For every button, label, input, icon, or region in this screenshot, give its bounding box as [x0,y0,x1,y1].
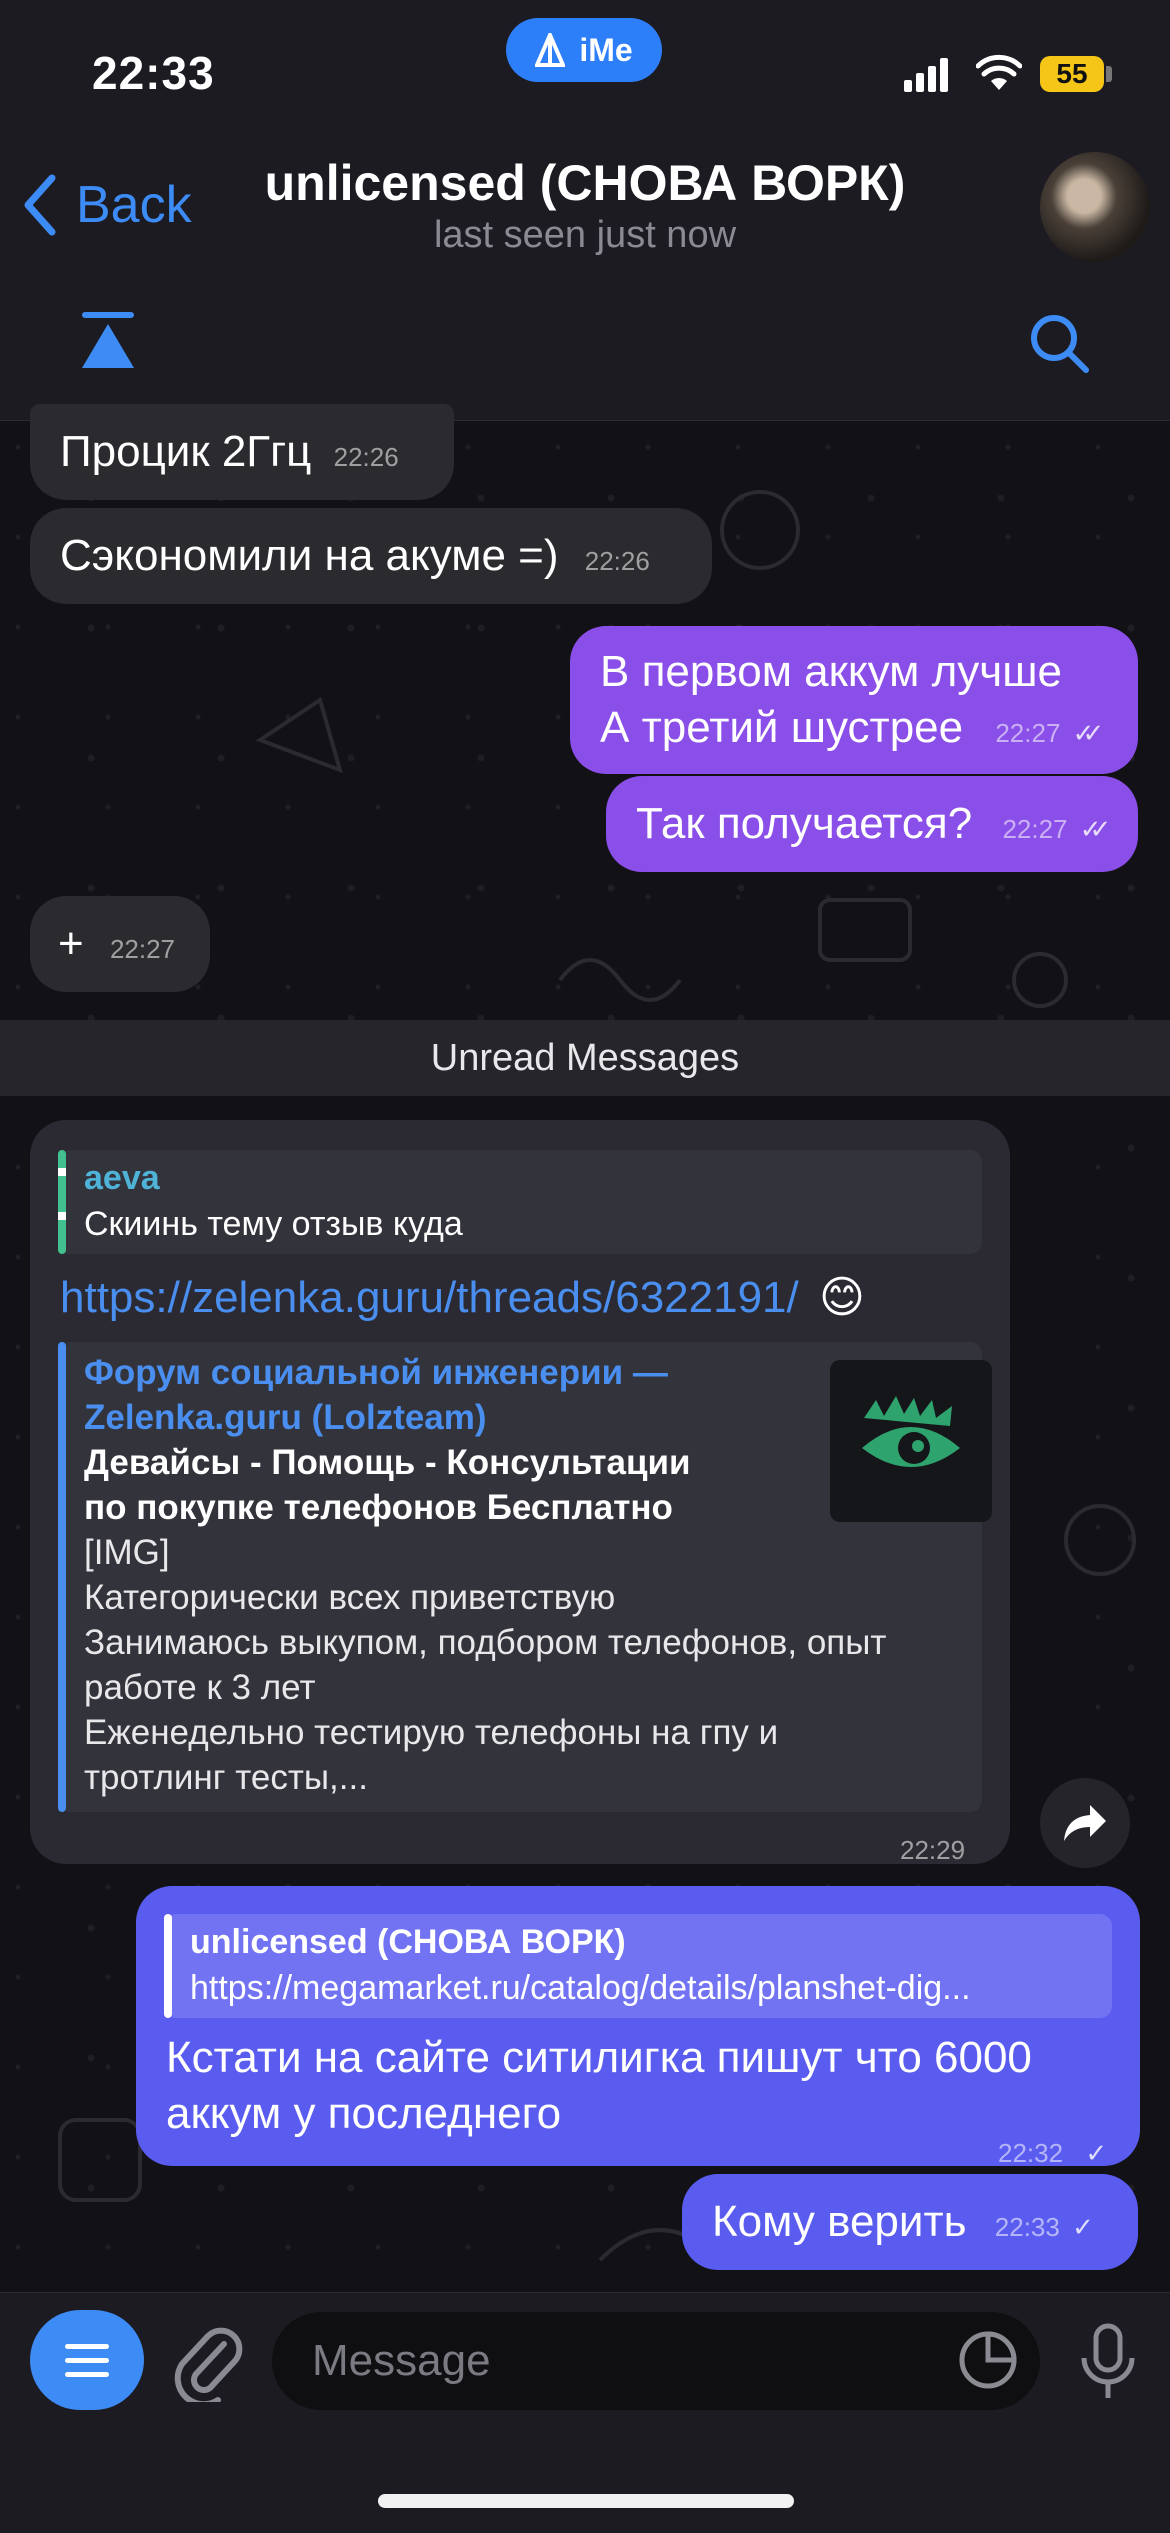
message-time: 22:27 [995,718,1061,748]
unread-label: Unread Messages [430,1036,740,1079]
battery-indicator: 55 [1040,56,1104,92]
message-line: аккум у последнего [166,2089,562,2138]
message-incoming[interactable]: + 22:27 [30,896,210,992]
home-indicator [378,2494,794,2508]
sent-checkmark-icon: ✓ [1085,2138,1107,2168]
message-time: 22:32 [998,2138,1064,2168]
message-input[interactable]: Message [272,2312,1040,2410]
reply-quote-bar [58,1150,66,1254]
read-checkmarks-icon: ✓✓ [1072,718,1104,748]
message-time: 22:29 [900,1835,966,1865]
reply-quote[interactable]: unlicensed (СНОВА ВОРК) https://megamark… [164,1914,1112,2018]
preview-site-name: Zelenka.guru (Lolzteam) [84,1398,487,1437]
preview-description: [IMG] [84,1533,170,1572]
reply-text: Скиинь тему отзыв куда [84,1205,463,1243]
unread-messages-divider: Unread Messages [0,1020,1170,1096]
message-time: 22:33 [994,2212,1060,2242]
message-time: 22:26 [584,546,650,576]
reply-quote[interactable]: aeva Скиинь тему отзыв куда [58,1150,982,1254]
message-link[interactable]: https://zelenka.guru/threads/6322191/ [60,1273,799,1322]
search-icon[interactable] [1028,312,1090,374]
read-checkmarks-icon: ✓✓ [1079,814,1111,844]
reply-text: https://megamarket.ru/catalog/details/pl… [190,1969,971,2007]
message-text: Так получается? [636,799,973,848]
message-incoming[interactable]: Процик 2Ггц 22:26 [30,404,454,500]
preview-site-name: Форум социальной инженерии — [84,1353,668,1392]
menu-icon [65,2344,109,2377]
preview-description: Еженедельно тестирую телефоны на гпу и [84,1713,779,1752]
wifi-icon [976,54,1022,90]
preview-title: Девайсы - Помощь - Консультации [84,1443,691,1482]
signal-icon [904,58,948,92]
message-outgoing[interactable]: В первом аккум лучше А третий шустрее 22… [570,626,1138,774]
pinned-messages-icon[interactable] [80,312,136,372]
smile-emoji: 😊 [818,1273,865,1322]
ime-badge[interactable]: iMe [506,18,662,82]
preview-bar [58,1342,66,1812]
message-text: Процик 2Ггц [60,427,312,476]
preview-description: тротлинг тесты,... [84,1758,368,1797]
contact-avatar[interactable] [1040,152,1150,262]
message-time: 22:27 [109,934,176,964]
preview-title: по покупке телефонов Бесплатно [84,1488,673,1527]
message-outgoing[interactable]: Кому верить 22:33 ✓ [682,2174,1138,2270]
link-preview-card[interactable]: Форум социальной инженерии — Zelenka.gur… [58,1342,992,1812]
lolzteam-eye-logo-icon [862,1396,960,1467]
battery-tip [1106,66,1112,82]
sticker-icon[interactable] [958,2330,1018,2390]
bot-menu-button[interactable] [30,2310,144,2410]
message-incoming-link[interactable]: aeva Скиинь тему отзыв куда https://zele… [30,1120,1010,1865]
message-line: В первом аккум лучше [600,647,1062,696]
message-line: А третий шустрее [600,703,964,752]
message-line: Кстати на сайте ситилигка пишут что 6000 [166,2033,1032,2082]
ime-logo-icon [535,33,566,67]
forward-button[interactable] [1040,1778,1130,1868]
reply-quote-bar [164,1914,172,2018]
preview-description: Занимаюсь выкупом, подбором телефонов, о… [84,1623,887,1662]
message-outgoing-reply[interactable]: unlicensed (СНОВА ВОРК) https://megamark… [136,1886,1140,2168]
last-seen-status: last seen just now [433,214,737,256]
status-time: 22:33 [92,47,215,99]
preview-description: Категорически всех приветствую [84,1578,616,1617]
message-text: + [58,919,84,968]
message-time: 22:26 [333,442,399,472]
preview-thumbnail[interactable] [830,1360,992,1522]
microphone-icon[interactable] [1078,2322,1138,2402]
message-outgoing[interactable]: Так получается? 22:27 ✓✓ [606,776,1138,872]
message-placeholder: Message [312,2336,491,2385]
message-time: 22:27 [1002,814,1068,844]
message-text: Сэкономили на акуме =) [60,531,559,580]
reply-author: unlicensed (СНОВА ВОРК) [190,1923,626,1961]
paperclip-icon[interactable] [172,2322,244,2402]
sent-checkmark-icon: ✓ [1072,2212,1094,2242]
chat-title[interactable]: unlicensed (СНОВА ВОРК) [0,154,1170,212]
ime-label: iMe [579,31,633,68]
preview-description: работе к 3 лет [84,1668,316,1707]
message-text: Кому верить [712,2197,967,2246]
message-incoming[interactable]: Сэкономили на акуме =) 22:26 [30,508,712,604]
share-arrow-icon [1064,1805,1106,1841]
reply-author: aeva [84,1159,160,1197]
top-bar: 22:33 iMe 55 Back unlicensed (СНОВА ВОРК… [0,0,1170,421]
